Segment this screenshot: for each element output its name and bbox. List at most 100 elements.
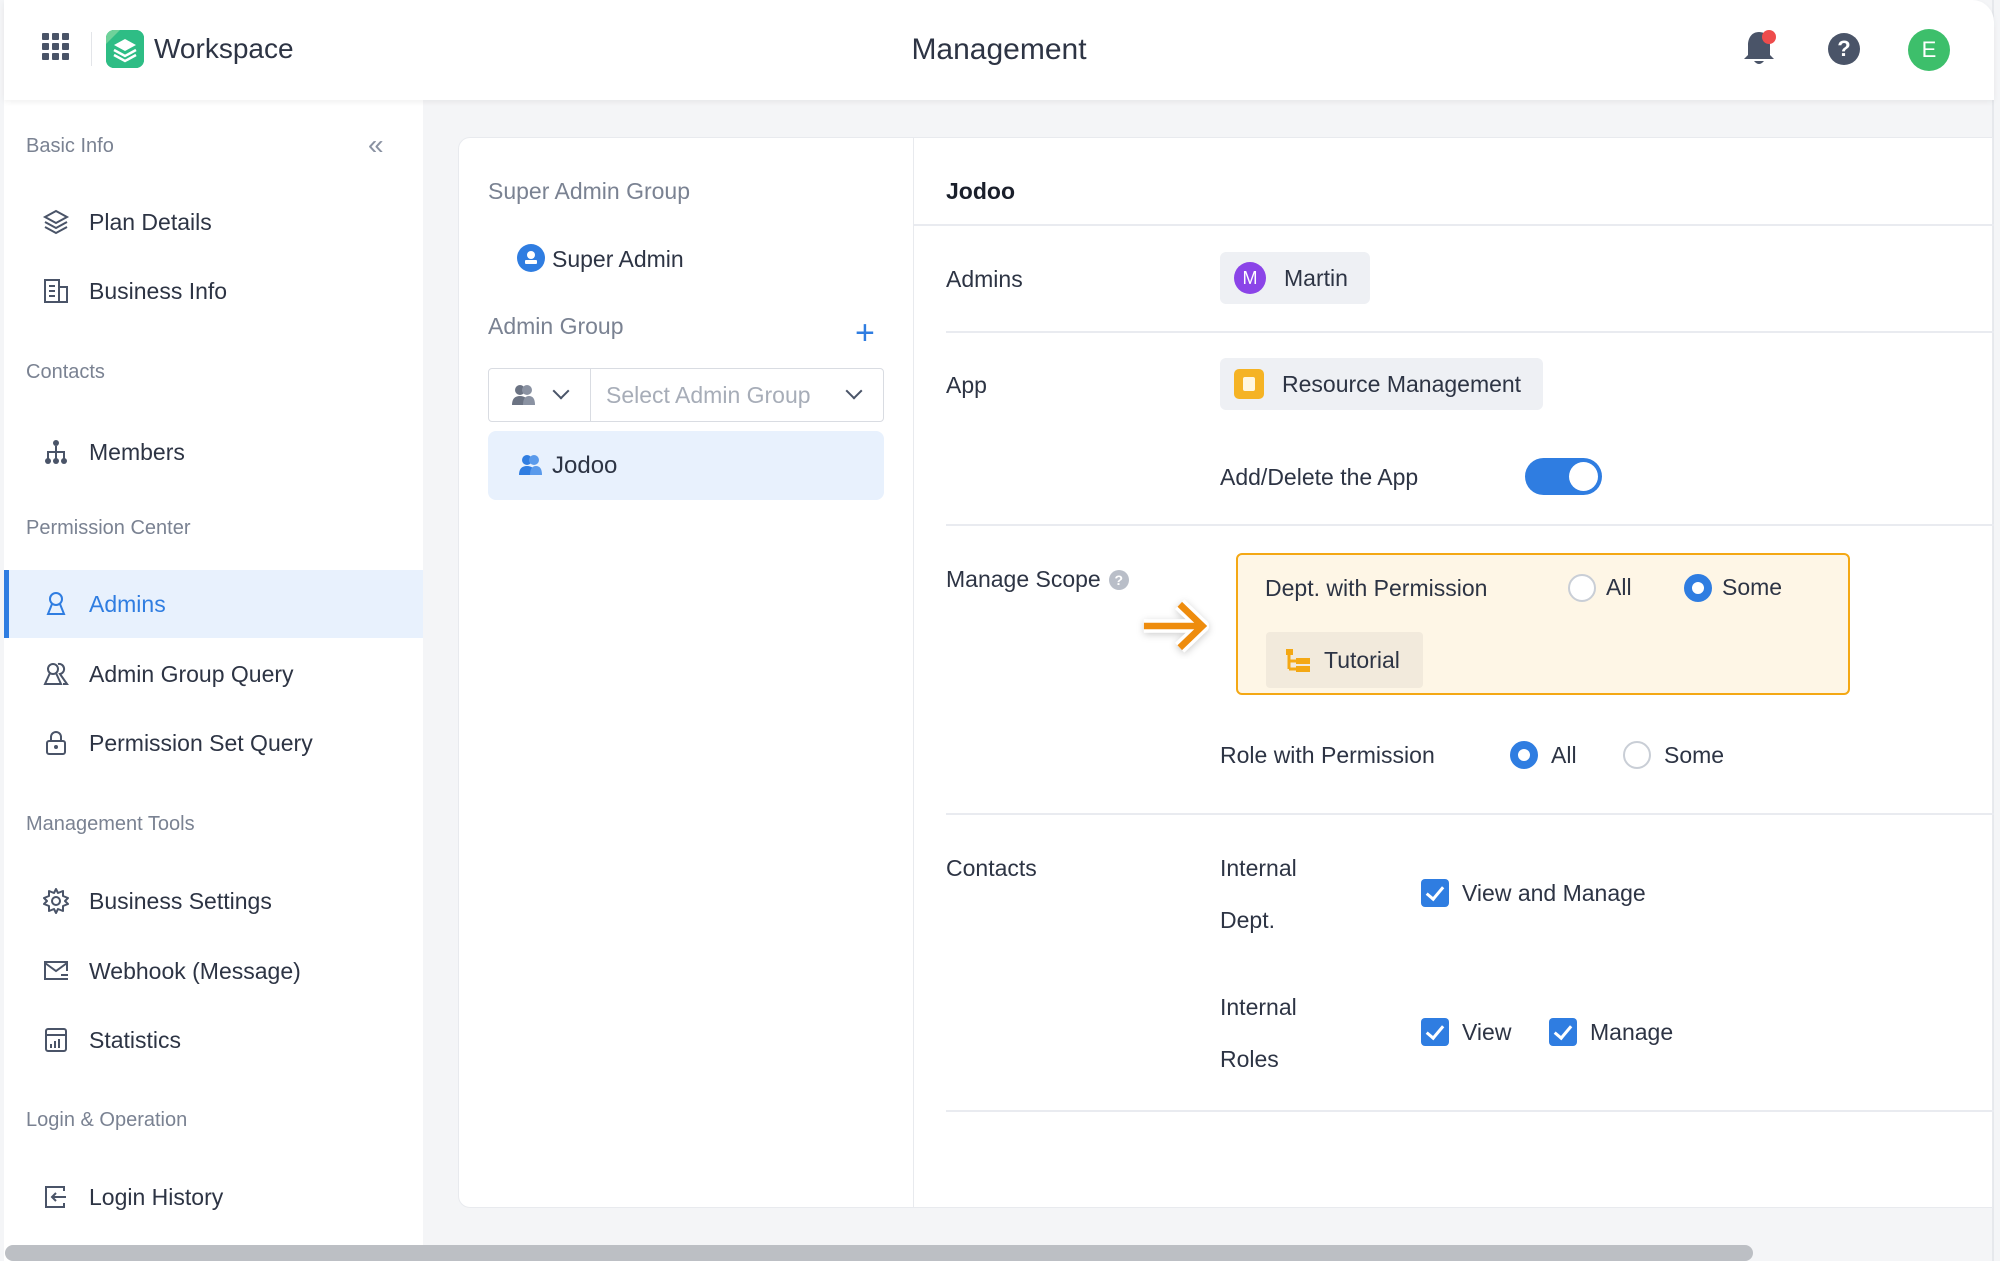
divider xyxy=(946,813,1994,815)
app-name: Resource Management xyxy=(1282,371,1522,397)
sidebar-section-basic-info: Basic Info xyxy=(26,135,114,157)
divider xyxy=(946,331,1994,333)
top-header: Workspace Management ? E xyxy=(4,0,1994,100)
admins-label: Admins xyxy=(946,266,1023,292)
super-admin-label: Super Admin xyxy=(552,246,684,272)
divider xyxy=(914,224,1994,226)
select-admin-group-input[interactable]: Select Admin Group xyxy=(592,369,883,421)
chevron-down-icon xyxy=(845,382,863,400)
sidebar-item-label: Permission Set Query xyxy=(89,730,313,756)
internal-roles-view-label[interactable]: View xyxy=(1462,1017,1511,1047)
dept-permission-label: Dept. with Permission xyxy=(1265,575,1488,601)
internal-dept-label-line1: Internal xyxy=(1220,855,1297,881)
sidebar-item-webhook[interactable]: Webhook (Message) xyxy=(4,937,423,1005)
sidebar-item-admins[interactable]: Admins xyxy=(4,570,423,638)
role-radio-some[interactable] xyxy=(1623,741,1651,769)
select-placeholder: Select Admin Group xyxy=(606,382,811,408)
internal-roles-label-line2: Roles xyxy=(1220,1046,1279,1072)
internal-roles-manage-label[interactable]: Manage xyxy=(1590,1017,1673,1047)
sidebar-section-management-tools: Management Tools xyxy=(26,813,195,835)
arrow-right-icon xyxy=(1143,599,1209,653)
collapse-sidebar-icon[interactable]: « xyxy=(368,130,384,160)
sidebar-item-label: Plan Details xyxy=(89,209,212,235)
department-tree-icon xyxy=(1286,649,1310,672)
dept-chip-tutorial[interactable]: Tutorial xyxy=(1266,632,1423,688)
internal-roles-view-checkbox[interactable] xyxy=(1421,1018,1449,1046)
building-icon xyxy=(44,279,68,303)
admin-name: Martin xyxy=(1284,265,1348,291)
toggle-knob xyxy=(1569,462,1598,491)
users-icon xyxy=(519,455,542,475)
role-radio-all[interactable] xyxy=(1510,741,1538,769)
sidebar-item-label: Members xyxy=(89,439,185,465)
internal-dept-label-line2: Dept. xyxy=(1220,907,1275,933)
sidebar-item-label: Statistics xyxy=(89,1027,182,1053)
dept-radio-some[interactable] xyxy=(1684,574,1712,602)
internal-dept-view-manage-checkbox[interactable] xyxy=(1421,879,1449,907)
super-admin-icon xyxy=(517,244,545,272)
help-icon[interactable]: ? xyxy=(1828,33,1860,65)
add-delete-app-label: Add/Delete the App xyxy=(1220,464,1419,490)
dept-chip-label: Tutorial xyxy=(1324,647,1400,673)
dept-radio-some-label[interactable]: Some xyxy=(1722,572,1782,602)
layers-icon xyxy=(42,209,70,235)
sidebar-item-permission-set-query[interactable]: Permission Set Query xyxy=(4,709,423,777)
admin-avatar: M xyxy=(1234,262,1266,294)
admin-groups-card: Super Admin Group Super Admin Admin Grou… xyxy=(458,137,1994,1208)
internal-roles-label-line1: Internal xyxy=(1220,994,1297,1020)
org-chart-icon xyxy=(45,440,67,464)
super-admin-item[interactable]: Super Admin xyxy=(517,242,684,276)
chevron-down-icon xyxy=(552,382,570,400)
admin-group-item-jodoo[interactable]: Jodoo xyxy=(488,431,884,500)
manage-scope-text: Manage Scope xyxy=(946,566,1101,592)
sidebar-item-label: Admins xyxy=(89,591,166,617)
login-icon xyxy=(45,1186,66,1208)
gear-icon xyxy=(43,888,69,914)
sidebar-item-login-history[interactable]: Login History xyxy=(4,1163,423,1231)
role-radio-all-label[interactable]: All xyxy=(1551,740,1577,770)
sidebar-item-label: Login History xyxy=(89,1184,224,1210)
admin-group-select: Select Admin Group xyxy=(488,368,884,422)
divider xyxy=(946,1110,1994,1112)
add-delete-app-toggle[interactable] xyxy=(1525,458,1602,495)
mail-icon xyxy=(44,961,68,980)
super-admin-group-title: Super Admin Group xyxy=(488,178,691,204)
sidebar-section-permission-center: Permission Center xyxy=(26,517,191,539)
admin-chip-martin[interactable]: M Martin xyxy=(1220,252,1370,304)
role-radio-some-label[interactable]: Some xyxy=(1664,740,1724,770)
sidebar-item-label: Business Settings xyxy=(89,888,272,914)
horizontal-scrollbar[interactable] xyxy=(5,1245,1753,1261)
help-icon[interactable]: ? xyxy=(1108,570,1129,590)
page-title: Management xyxy=(911,33,1087,66)
sidebar-item-statistics[interactable]: Statistics xyxy=(4,1006,423,1074)
notification-badge xyxy=(1762,30,1776,44)
sidebar-item-label: Webhook (Message) xyxy=(89,958,301,984)
sidebar-item-label: Admin Group Query xyxy=(89,661,294,687)
internal-dept-view-manage-label[interactable]: View and Manage xyxy=(1462,878,1646,908)
users-icon xyxy=(512,385,535,405)
group-detail-panel: Jodoo Admins M Martin App Resource Manag… xyxy=(914,138,1994,1207)
role-permission-label: Role with Permission xyxy=(1220,742,1435,768)
sidebar-item-label: Business Info xyxy=(89,278,228,304)
manage-scope-label: Manage Scope? xyxy=(946,564,1129,594)
group-item-label: Jodoo xyxy=(552,452,618,479)
user-avatar[interactable]: E xyxy=(1908,29,1950,71)
sidebar-item-business-settings[interactable]: Business Settings xyxy=(4,867,423,935)
app-label: App xyxy=(946,372,987,398)
sidebar-item-business-info[interactable]: Business Info xyxy=(4,257,423,325)
add-admin-group-button[interactable]: + xyxy=(855,316,875,350)
internal-roles-manage-checkbox[interactable] xyxy=(1549,1018,1577,1046)
contacts-label: Contacts xyxy=(946,855,1037,881)
dept-radio-all[interactable] xyxy=(1568,574,1596,602)
sidebar-item-members[interactable]: Members xyxy=(4,418,423,486)
sidebar-item-admin-group-query[interactable]: Admin Group Query xyxy=(4,640,423,708)
sidebar-item-plan-details[interactable]: Plan Details xyxy=(4,188,423,256)
lock-icon xyxy=(46,731,66,755)
user-icon xyxy=(46,592,66,615)
sidebar-section-login-operation: Login & Operation xyxy=(26,1109,188,1131)
app-chip-resource-management[interactable]: Resource Management xyxy=(1220,358,1543,410)
group-type-dropdown[interactable] xyxy=(489,369,591,421)
chart-icon xyxy=(45,1028,67,1052)
dept-radio-all-label[interactable]: All xyxy=(1606,572,1632,602)
users-icon xyxy=(43,662,69,685)
